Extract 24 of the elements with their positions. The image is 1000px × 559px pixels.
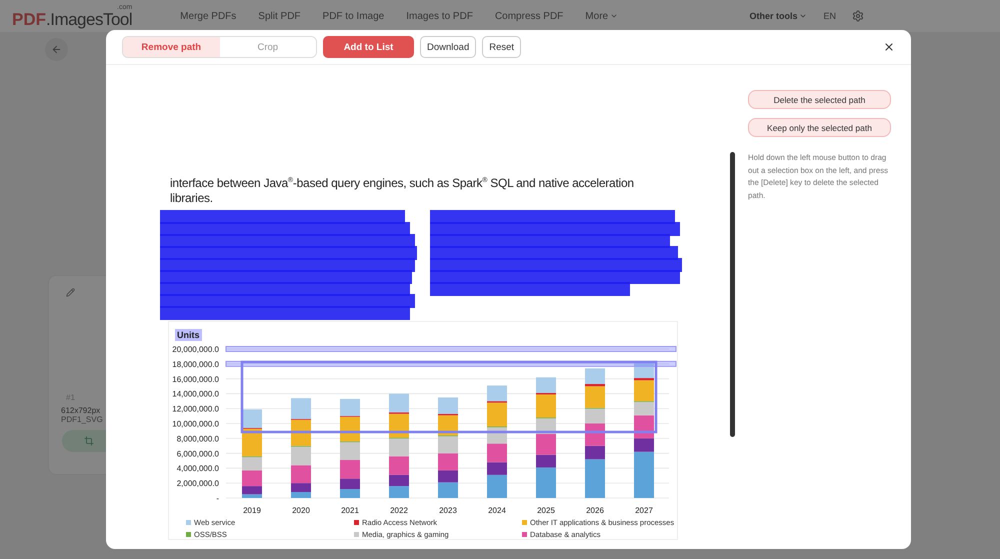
axis-tick-label: 16,000,000.0 — [172, 374, 219, 384]
axis-tick-label: 2022 — [390, 506, 408, 515]
axis-tick-label: 2021 — [341, 506, 359, 515]
axis-tick-label: 2020 — [292, 506, 310, 515]
document-paragraph: interface between Java$^{®}$-based query engines, such as Spark$^{®}$ SQL and native acceleration libraries. — [170, 175, 635, 206]
axis-tick-label: 10,000,000.0 — [172, 420, 219, 428]
axis-tick-label: 2026 — [586, 506, 604, 515]
units-label: Units — [175, 329, 202, 341]
file-name: PDF1_SVG — [61, 415, 103, 424]
axis-tick-label: 2019 — [243, 506, 261, 515]
axis-tick-label: 12,000,000.0 — [172, 404, 219, 414]
axis-tick-label: 6,000,000.0 — [176, 449, 219, 458]
axis-tick-label: 14,000,000.0 — [172, 390, 219, 399]
axis-tick-label: 20,000,000.0 — [172, 345, 219, 354]
axis-tick-label: 8,000,000.0 — [176, 434, 219, 444]
axis-tick-label: 2023 — [439, 506, 457, 515]
axis-tick-label: 18,000,000.0 — [172, 360, 219, 369]
axis-tick-label: 2027 — [635, 506, 653, 515]
axis-tick-label: 2024 — [488, 506, 506, 515]
axis-tick-label: 4,000,000.0 — [176, 464, 219, 474]
axis-tick-label: 2025 — [537, 506, 555, 515]
page-dimensions: 612x792px — [61, 406, 100, 415]
axis-tick-label: - — [216, 494, 219, 503]
axis-tick-label: 2,000,000.0 — [176, 479, 219, 488]
